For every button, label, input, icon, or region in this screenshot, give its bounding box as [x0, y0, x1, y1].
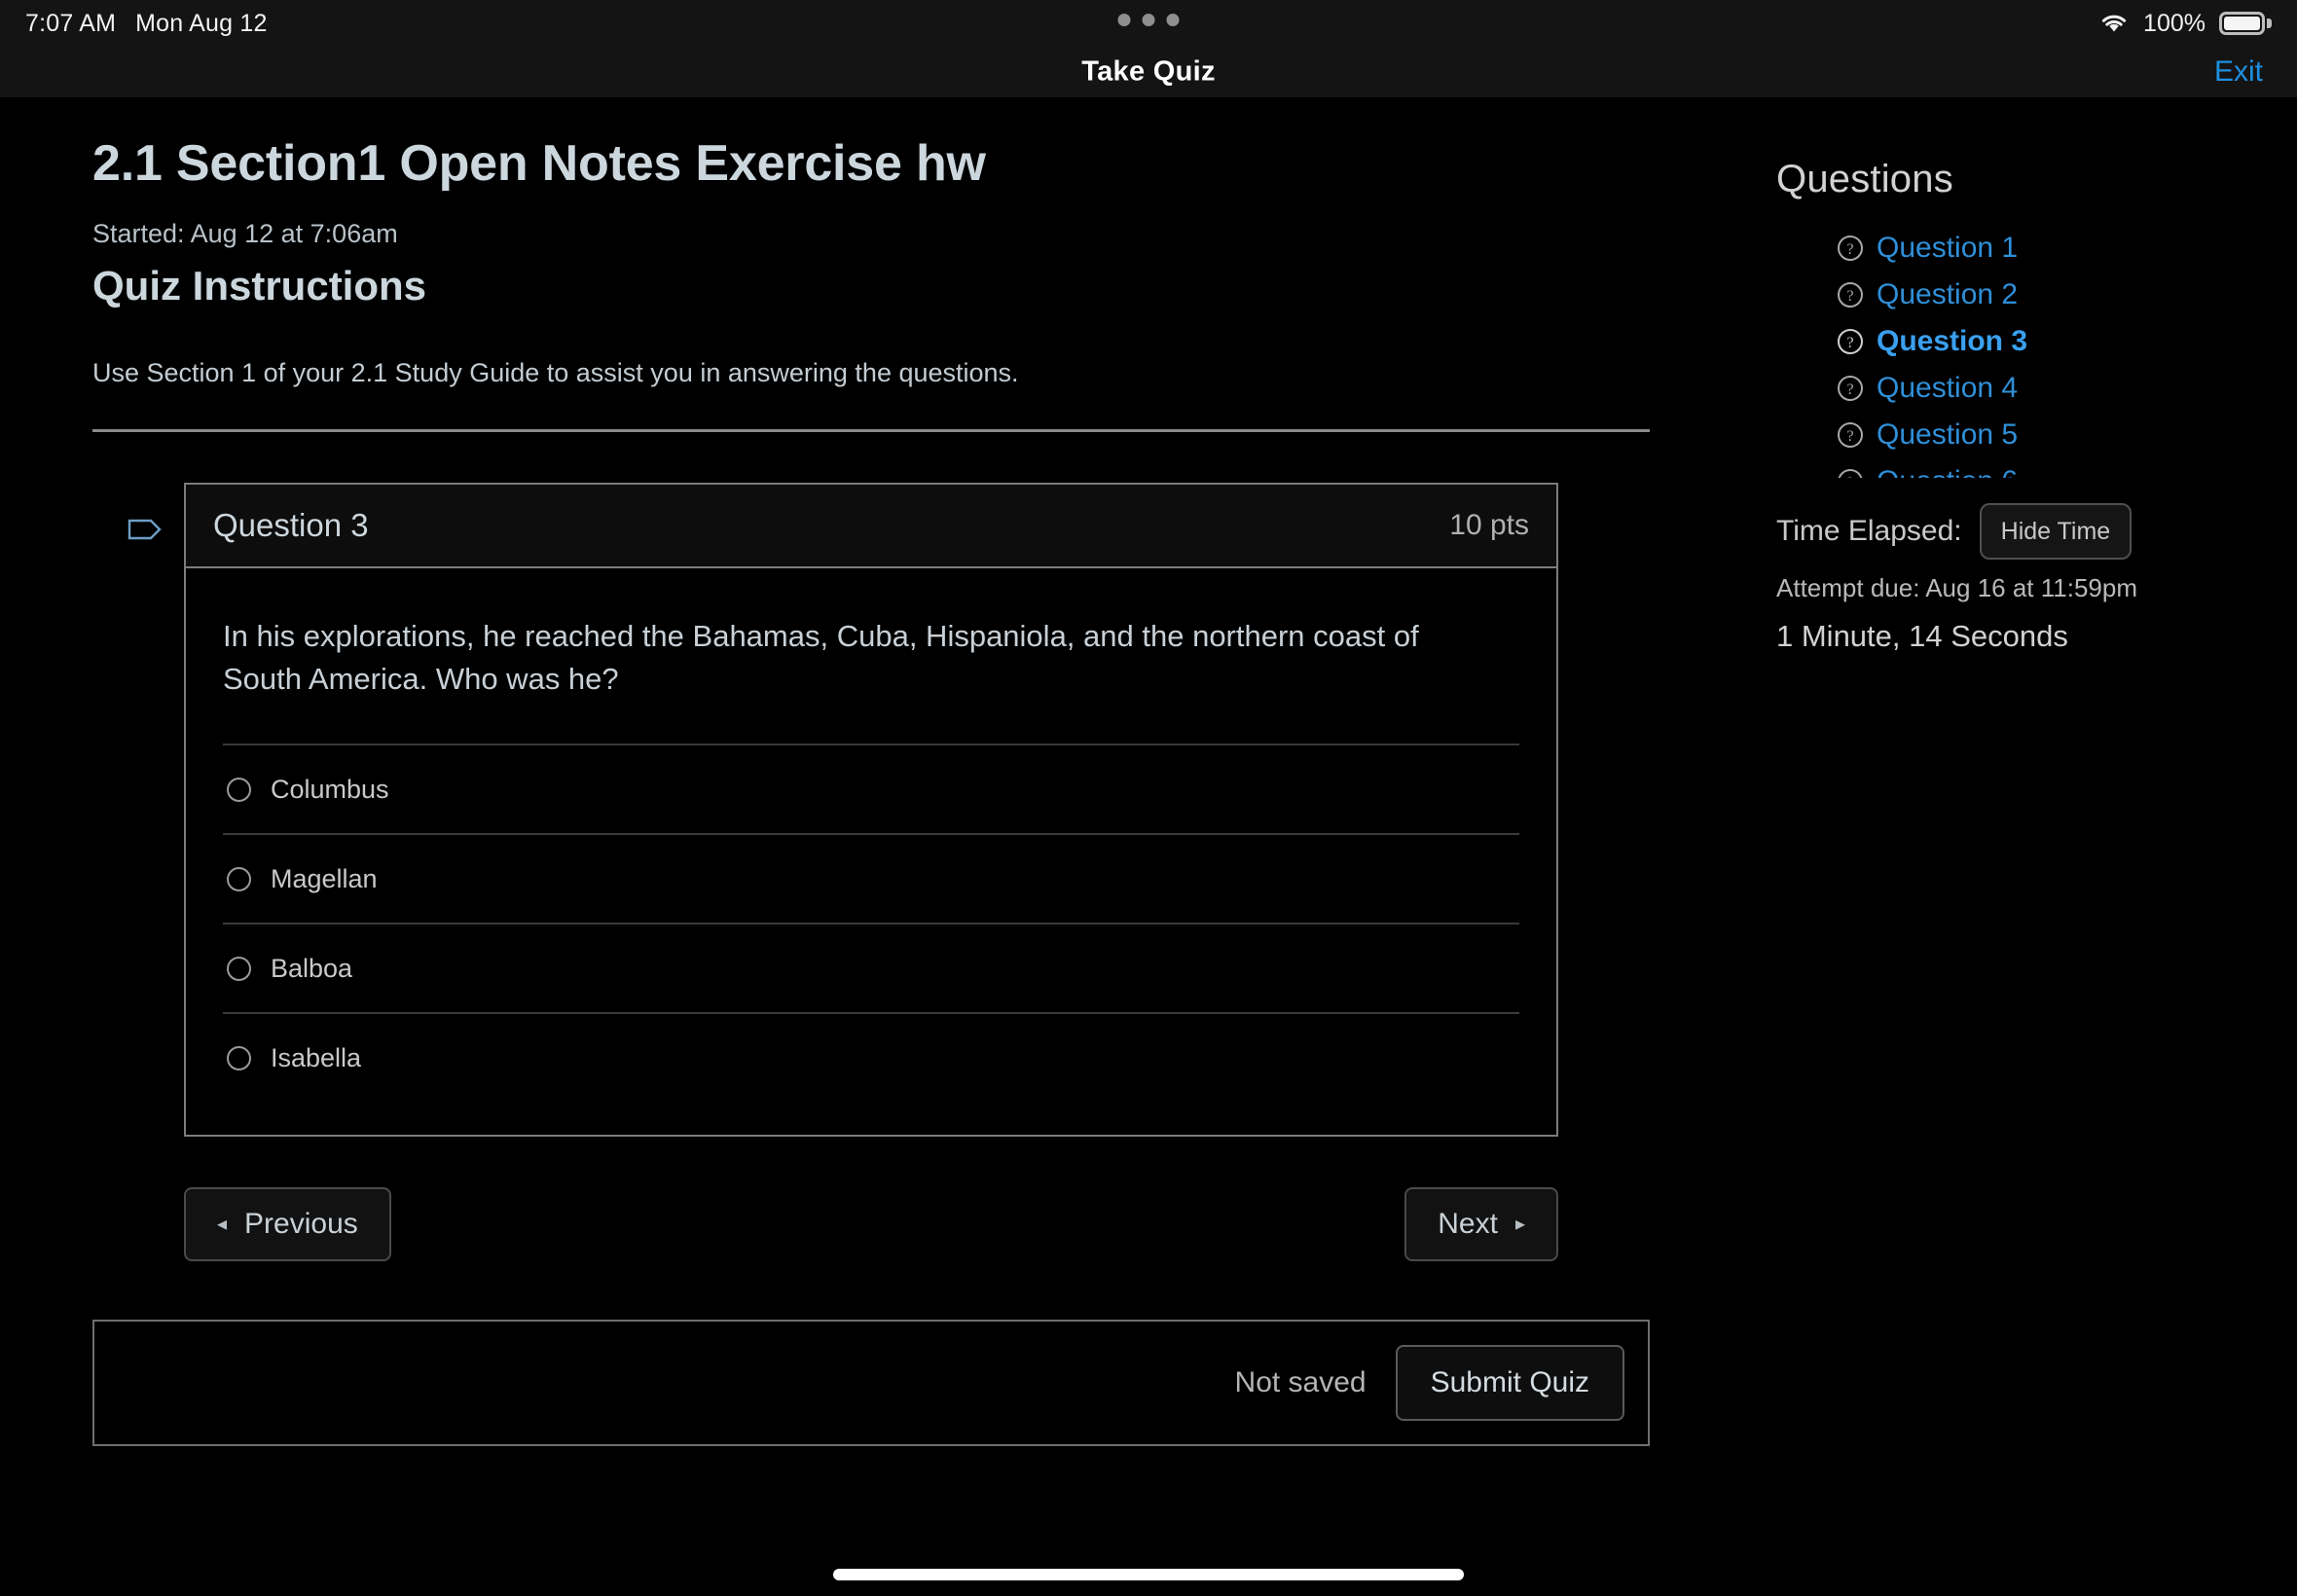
app-nav-bar: Take Quiz Exit	[0, 47, 2297, 97]
sidebar-item-question-4[interactable]: ? Question 4	[1837, 365, 2224, 412]
exit-button[interactable]: Exit	[2214, 55, 2263, 89]
quiz-instructions-text: Use Section 1 of your 2.1 Study Guide to…	[92, 358, 1019, 388]
quiz-title: 2.1 Section1 Open Notes Exercise hw	[92, 135, 986, 192]
flag-outline-icon[interactable]	[126, 510, 164, 549]
answer-option-label: Balboa	[271, 953, 353, 983]
answer-option[interactable]: Isabella	[223, 1012, 1519, 1102]
answer-option-label: Isabella	[271, 1042, 362, 1072]
radio-unchecked-icon[interactable]	[227, 866, 251, 891]
multitasking-dots-icon[interactable]	[1117, 14, 1180, 26]
battery-full-icon	[2219, 12, 2272, 35]
dot	[1142, 14, 1155, 26]
caret-right-icon: ▸	[1514, 1214, 1525, 1236]
question-links-list[interactable]: ? Question 1 ? Question 2 ? Question 3 ?…	[1837, 225, 2224, 478]
svg-text:?: ?	[1846, 335, 1853, 351]
answer-option-label: Magellan	[271, 863, 378, 893]
question-card-header: Question 3 10 pts	[186, 485, 1556, 569]
quiz-started-timestamp: Started: Aug 12 at 7:06am	[92, 219, 398, 249]
question-points-label: 10 pts	[1449, 509, 1529, 542]
status-time: 7:07 AM	[25, 9, 117, 37]
answer-option-label: Columbus	[271, 774, 389, 804]
sidebar-item-label: Question 6	[1877, 465, 2018, 478]
question-block: Question 3 10 pts In his explorations, h…	[128, 483, 1558, 1138]
ios-status-bar: 7:07 AM Mon Aug 12 100%	[0, 0, 2297, 47]
sidebar-item-label: Question 5	[1877, 418, 2019, 451]
answer-options-list: Columbus Magellan Balboa Isabella	[223, 744, 1519, 1102]
status-bar-right: 100%	[2098, 0, 2272, 47]
save-status-label: Not saved	[1234, 1366, 1367, 1399]
quiz-page: 2.1 Section1 Open Notes Exercise hw Star…	[0, 97, 2297, 1596]
question-mark-circle-icon: ?	[1837, 375, 1864, 402]
previous-question-button[interactable]: ◂ Previous	[184, 1187, 391, 1262]
caret-left-icon: ◂	[217, 1214, 228, 1236]
sidebar-heading: Questions	[1776, 158, 1953, 200]
next-question-button[interactable]: Next ▸	[1404, 1187, 1558, 1262]
radio-unchecked-icon[interactable]	[227, 777, 251, 802]
submit-footer: Not saved Submit Quiz	[92, 1320, 1650, 1447]
question-card-body: In his explorations, he reached the Baha…	[186, 568, 1556, 1135]
questions-sidebar: Questions ? Question 1 ? Question 2 ? Qu…	[1776, 97, 2224, 654]
content-divider	[92, 429, 1650, 433]
question-card: Question 3 10 pts In his explorations, h…	[184, 483, 1558, 1138]
sidebar-item-question-2[interactable]: ? Question 2	[1837, 272, 2224, 318]
timer-area: Time Elapsed: Hide Time Attempt due: Aug…	[1776, 503, 2224, 654]
battery-percent-label: 100%	[2143, 9, 2206, 37]
dot	[1117, 14, 1131, 26]
question-prompt-text: In his explorations, he reached the Baha…	[223, 619, 1419, 697]
sidebar-item-label: Question 4	[1877, 372, 2019, 404]
sidebar-item-question-3[interactable]: ? Question 3	[1837, 318, 2224, 365]
sidebar-item-question-6[interactable]: ? Question 6	[1837, 458, 2224, 478]
dot	[1166, 14, 1180, 26]
question-number-label: Question 3	[213, 507, 369, 544]
svg-text:?: ?	[1846, 428, 1853, 445]
answer-option[interactable]: Balboa	[223, 923, 1519, 1012]
svg-text:?: ?	[1846, 475, 1853, 478]
time-elapsed-row: Time Elapsed: Hide Time	[1776, 503, 2224, 560]
svg-text:?: ?	[1846, 381, 1853, 398]
status-bar-left: 7:07 AM Mon Aug 12	[25, 10, 268, 38]
quiz-instructions-heading: Quiz Instructions	[92, 263, 427, 309]
sidebar-item-question-5[interactable]: ? Question 5	[1837, 412, 2224, 458]
submit-quiz-button[interactable]: Submit Quiz	[1395, 1345, 1624, 1422]
question-mark-circle-icon: ?	[1837, 421, 1864, 449]
sidebar-item-question-1[interactable]: ? Question 1	[1837, 225, 2224, 272]
next-button-label: Next	[1438, 1208, 1498, 1241]
question-mark-circle-icon: ?	[1837, 468, 1864, 478]
svg-text:?: ?	[1846, 241, 1853, 258]
question-mark-circle-icon: ?	[1837, 328, 1864, 355]
time-elapsed-label: Time Elapsed:	[1776, 515, 1962, 547]
main-content-column: 2.1 Section1 Open Notes Exercise hw Star…	[92, 97, 1650, 1447]
elapsed-time-value: 1 Minute, 14 Seconds	[1776, 619, 2068, 653]
hide-time-button[interactable]: Hide Time	[1979, 503, 2133, 560]
attempt-due-label: Attempt due: Aug 16 at 11:59pm	[1776, 573, 2137, 602]
home-indicator[interactable]	[833, 1569, 1464, 1580]
sidebar-item-label: Question 1	[1877, 232, 2019, 264]
battery-body	[2219, 12, 2265, 35]
battery-fill	[2224, 17, 2260, 30]
previous-button-label: Previous	[244, 1208, 358, 1241]
sidebar-item-label: Question 3	[1877, 325, 2028, 357]
sidebar-item-label: Question 2	[1877, 278, 2019, 310]
answer-option[interactable]: Magellan	[223, 833, 1519, 923]
radio-unchecked-icon[interactable]	[227, 1045, 251, 1070]
page-title: Take Quiz	[1081, 55, 1216, 88]
question-navigation: ◂ Previous Next ▸	[184, 1187, 1558, 1262]
battery-nub	[2267, 18, 2272, 28]
status-date: Mon Aug 12	[135, 9, 268, 37]
radio-unchecked-icon[interactable]	[227, 956, 251, 981]
question-mark-circle-icon: ?	[1837, 235, 1864, 262]
wifi-icon	[2098, 12, 2130, 35]
question-mark-circle-icon: ?	[1837, 281, 1864, 308]
answer-option[interactable]: Columbus	[223, 744, 1519, 833]
svg-text:?: ?	[1846, 288, 1853, 305]
